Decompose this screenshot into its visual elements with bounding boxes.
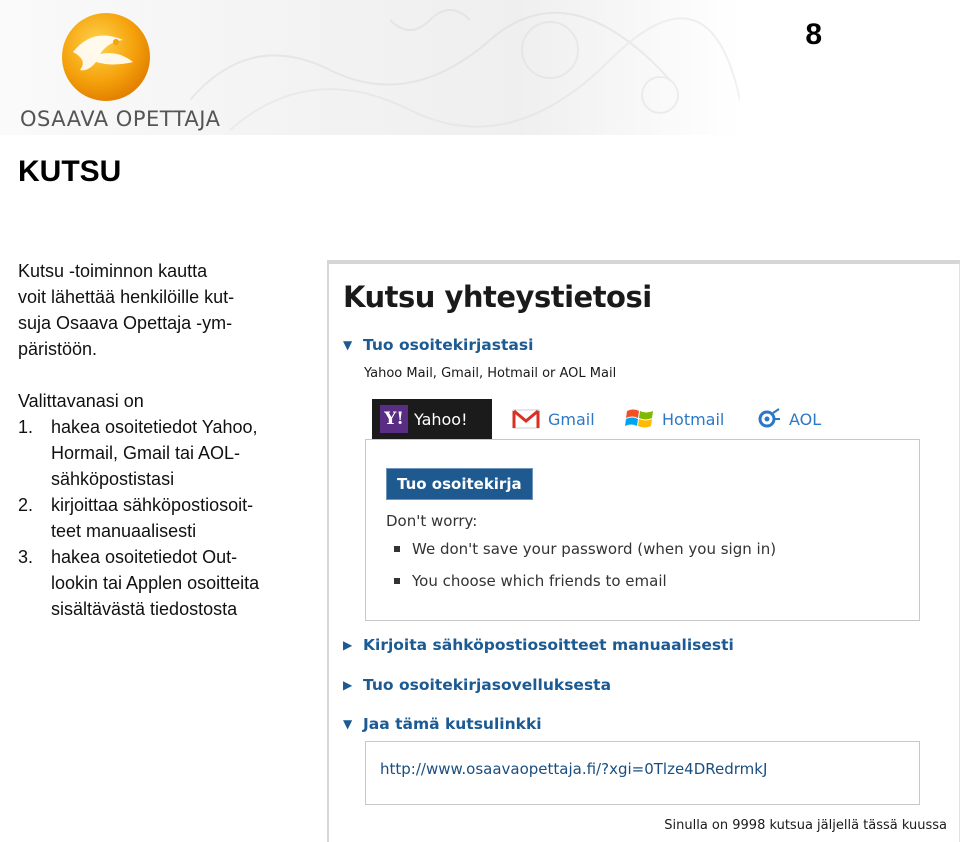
bullet-text: You choose which friends to email	[412, 572, 667, 590]
collapse-triangle-icon: ▶	[343, 638, 353, 652]
section-import-app[interactable]: ▶ Tuo osoitekirjasovelluksesta	[343, 676, 611, 694]
yahoo-icon: Y!	[380, 405, 408, 433]
bullet-item: We don't save your password (when you si…	[394, 540, 776, 558]
invite-link-box[interactable]: http://www.osaavaopettaja.fi/?xgi=0Tlze4…	[365, 741, 920, 805]
section-import-addressbook[interactable]: ▼ Tuo osoitekirjastasi	[343, 336, 533, 354]
choice-item: 2. kirjoittaa sähköpostiosoit- teet manu…	[18, 492, 318, 544]
intro-line: Kutsu -toiminnon kautta	[18, 261, 208, 281]
section-label: Kirjoita sähköpostiosoitteet manuaalises…	[363, 636, 734, 654]
choice-number: 2.	[18, 495, 34, 515]
choice-number: 1.	[18, 417, 34, 437]
provider-tabs: Y! Yahoo! Gmail Hotmail AOL	[372, 399, 892, 439]
choice-line: sähköpostistasi	[51, 469, 175, 489]
choice-line: hakea osoitetiedot Yahoo,	[51, 417, 258, 437]
invite-link-url[interactable]: http://www.osaavaopettaja.fi/?xgi=0Tlze4…	[380, 760, 767, 778]
page-title: KUTSU	[18, 155, 122, 188]
choice-line: hakea osoitetiedot Out-	[51, 547, 238, 567]
dont-worry-label: Don't worry:	[386, 512, 478, 530]
intro-line: voit lähettää henkilöille kut-	[18, 287, 235, 307]
providers-caption: Yahoo Mail, Gmail, Hotmail or AOL Mail	[364, 366, 617, 381]
provider-label: Gmail	[548, 409, 595, 429]
gmail-icon	[512, 409, 540, 429]
section-label: Tuo osoitekirjasovelluksesta	[363, 676, 612, 694]
choice-line: sisältävästä tiedostosta	[51, 599, 238, 619]
provider-tab-hotmail[interactable]: Hotmail	[624, 399, 724, 439]
choice-item: 1. hakea osoitetiedot Yahoo, Hormail, Gm…	[18, 414, 318, 492]
logo-text: OSAAVA OPETTAJA	[20, 107, 221, 131]
choice-number: 3.	[18, 547, 34, 567]
windows-flag-icon	[625, 409, 653, 428]
provider-label: Hotmail	[662, 409, 725, 429]
section-share-link[interactable]: ▼ Jaa tämä kutsulinkki	[343, 715, 542, 733]
expand-triangle-icon: ▼	[343, 717, 353, 731]
intro-line: suja Osaava Opettaja -ym-	[18, 313, 233, 333]
section-label: Jaa tämä kutsulinkki	[363, 715, 542, 733]
import-addressbook-button[interactable]: Tuo osoitekirja	[386, 468, 533, 500]
section-label: Tuo osoitekirjastasi	[363, 336, 534, 354]
intro-line: päristöön.	[18, 339, 98, 359]
section-manual-entry[interactable]: ▶ Kirjoita sähköpostiosoitteet manuaalis…	[343, 636, 734, 654]
bullet-square-icon	[394, 578, 400, 584]
choice-line: lookin tai Applen osoitteita	[51, 573, 260, 593]
provider-tab-gmail[interactable]: Gmail	[512, 399, 595, 439]
remaining-invites-text: Sinulla on 9998 kutsua jäljellä tässä ku…	[664, 818, 947, 833]
bullet-text: We don't save your password (when you si…	[412, 540, 777, 558]
invite-screenshot-panel: Kutsu yhteystietosi ▼ Tuo osoitekirjasta…	[327, 260, 960, 842]
provider-tab-yahoo[interactable]: Y! Yahoo!	[372, 399, 492, 439]
header-pattern	[190, 9, 740, 131]
aol-icon	[758, 408, 780, 428]
expand-triangle-icon: ▼	[343, 338, 353, 352]
choices-intro: Valittavanasi on	[18, 391, 144, 411]
provider-tab-aol[interactable]: AOL	[757, 399, 821, 439]
choice-line: kirjoittaa sähköpostiosoit-	[51, 495, 254, 515]
page-number: 8	[805, 18, 822, 51]
provider-label: Yahoo!	[414, 409, 468, 429]
intro-text: Kutsu -toiminnon kautta voit lähettää he…	[18, 258, 318, 622]
choice-line: teet manuaalisesti	[51, 521, 197, 541]
choice-item: 3. hakea osoitetiedot Out- lookin tai Ap…	[18, 544, 318, 622]
provider-label: AOL	[789, 409, 822, 429]
bullet-square-icon	[394, 546, 400, 552]
choice-line: Hormail, Gmail tai AOL-	[51, 443, 241, 463]
import-login-box: Tuo osoitekirja Don't worry: We don't sa…	[365, 439, 920, 621]
invite-panel-title: Kutsu yhteystietosi	[343, 280, 652, 314]
collapse-triangle-icon: ▶	[343, 678, 353, 692]
bullet-item: You choose which friends to email	[394, 572, 667, 590]
